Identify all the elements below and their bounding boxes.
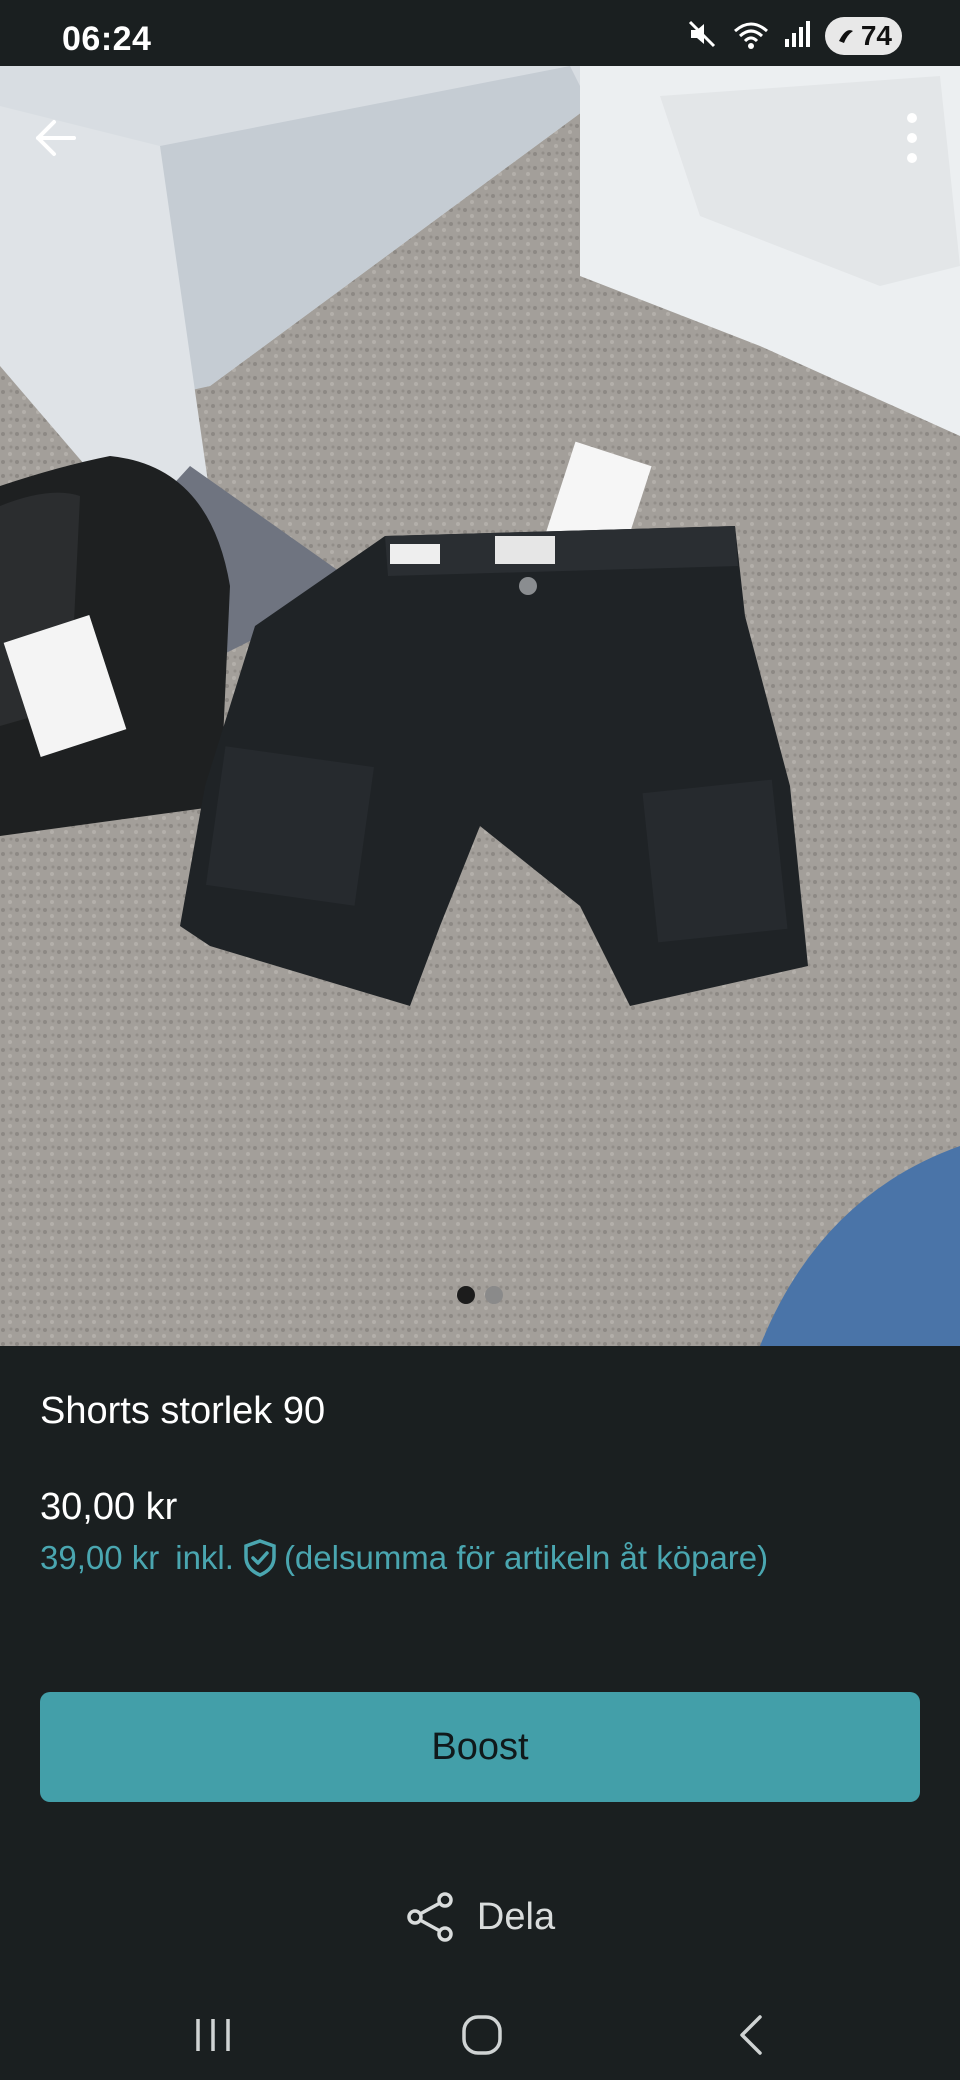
mute-icon: [685, 17, 719, 56]
home-button[interactable]: [437, 2000, 527, 2070]
pagination-dot-active[interactable]: [457, 1286, 475, 1304]
wifi-icon: [731, 17, 771, 56]
buyer-price-note: (delsumma för artikeln åt köpare): [283, 1539, 769, 1576]
recent-apps-button[interactable]: [168, 2000, 258, 2070]
system-back-button[interactable]: [706, 2000, 796, 2070]
boost-button[interactable]: Boost: [40, 1692, 920, 1802]
share-label: Dela: [476, 1895, 556, 1938]
status-icons: 74: [685, 16, 902, 56]
chevron-left-icon: [740, 2015, 762, 2055]
product-photo[interactable]: [0, 66, 960, 1346]
battery-icon: 74: [824, 17, 902, 55]
image-gallery[interactable]: [0, 66, 960, 1346]
pagination-dot[interactable]: [485, 1286, 503, 1304]
buyer-price-amount: 39,00 kr: [40, 1539, 160, 1576]
more-options-button[interactable]: [884, 106, 940, 170]
status-time: 06:24: [62, 20, 152, 58]
buyer-price-incl-word: inkl.: [175, 1539, 234, 1576]
listing-title: Shorts storlek 90: [40, 1390, 326, 1432]
share-icon: [407, 1892, 453, 1942]
gallery-pagination: [0, 1286, 960, 1304]
home-icon: [462, 2015, 502, 2055]
shield-check-icon: [242, 1538, 278, 1578]
more-vertical-icon: [907, 113, 917, 163]
battery-level: 74: [860, 20, 892, 51]
back-button[interactable]: [24, 106, 88, 170]
signal-icon: [783, 19, 813, 54]
recent-apps-icon: [196, 2019, 230, 2051]
share-button[interactable]: Dela: [0, 1886, 960, 1948]
buyer-price-info[interactable]: 39,00 kr inkl. (delsumma för artikeln åt…: [40, 1538, 768, 1578]
arrow-left-icon: [36, 120, 76, 156]
system-nav-bar: [0, 1990, 960, 2080]
listing-price: 30,00 kr: [40, 1486, 178, 1528]
status-bar: 06:24 74: [0, 0, 960, 66]
